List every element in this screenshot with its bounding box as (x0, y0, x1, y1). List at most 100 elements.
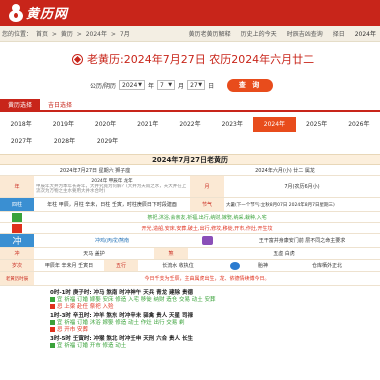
year-row: 2018年 2019年 2020年 2021年 2022年 2023年 2024… (0, 116, 380, 133)
label-wuxing: 五行 (104, 260, 138, 271)
hour-item: 3时-5时 壬寅时: 冲猴 煞北 时冲壬申 天刑 六合 贵人 长生 宜 祈福 订… (50, 336, 380, 350)
year-select[interactable]: 2024 ▼ (119, 80, 146, 90)
yi-list-top: 祭祀,沐浴,会亲友,祈福,出行,纳财,嫁娶,纳采,栽种,入宅 (34, 212, 380, 222)
almanac-row-suici: 岁次 甲辰年 辛未月 壬寅日 五行 长流水 收执位 胎神 仓库栖外正北 (0, 260, 380, 272)
almanac-table: 2024年7月27日老黄历 2024年7月27日 星期六 狮子座 2024年六月… (0, 154, 380, 350)
almanac-row-shensha: 冲 天马 盖护 煞 五虚 白虎 (0, 248, 380, 260)
year-suffix: 年 (148, 82, 155, 90)
breadcrumb-sep: > (76, 31, 82, 38)
search-button[interactable]: 查 询 (227, 78, 274, 92)
year-link[interactable]: 2018年 (0, 117, 42, 132)
suici-value: 甲辰年 辛未月 壬寅日 (44, 263, 94, 269)
year-detail: 2024年 甲辰年 龙年 甲辰年大井为本年长寿年，大井究竟为何解？(大井为天雨之… (34, 176, 190, 197)
chevron-down-icon: ▼ (168, 82, 173, 88)
hour-yi-text: 宜 祈福 订婚 沐浴 嫁娶 修造 动土 作灶 出行 交易 剃 (57, 320, 185, 326)
breadcrumb-home[interactable]: 首页 (36, 31, 48, 38)
day-value: 27 (190, 81, 198, 89)
gourd-icon (8, 3, 24, 22)
label-chong: 冲 (0, 248, 34, 259)
four-pillars: 年柱 甲辰，月柱 辛未，日柱 壬寅，时柱庚辰日下时段建酉 (47, 202, 177, 208)
nav-link-history[interactable]: 历史上的今天 (241, 29, 277, 38)
chevron-down-icon: ▼ (138, 82, 143, 88)
month-value: 7 (160, 81, 164, 89)
year-grid: 2018年 2019年 2020年 2021年 2022年 2023年 2024… (0, 112, 380, 154)
yi-text: 祭祀,沐浴,会亲友,祈福,出行,纳财,嫁娶,纳采,栽种,入宅 (147, 214, 267, 221)
logo-text: 黄历网 (26, 7, 69, 22)
shen-badge (190, 234, 224, 247)
tab-bar: 黄历选择 吉日选择 (0, 99, 380, 112)
almanac-row-ji: 开光,造船,安床,安葬,破土,出行,修坟,移徙,开市,作灶,开生坟 (0, 223, 380, 234)
taishen-value: 仓库栖外正北 (311, 263, 342, 269)
breadcrumb-month[interactable]: 7月 (120, 31, 130, 38)
breadcrumb-almanac[interactable]: 黄历 (61, 31, 73, 38)
almanac-row-yi-icons: 祭祀,沐浴,会亲友,祈福,出行,纳财,嫁娶,纳采,栽种,入宅 (0, 212, 380, 223)
hour-yi-text: 宜 祈福 订婚 开市 修造 动土 (57, 343, 127, 349)
gregorian-date: 2024年7月27日 星期六 狮子座 (59, 167, 131, 174)
year-link[interactable]: 2022年 (169, 117, 211, 132)
label-month: 月 (190, 176, 224, 197)
hours-intro: 今日千支为壬辰，主由属虎出生，龙、依德情续傅今日。 (144, 276, 270, 282)
nav-link-year[interactable]: 2024年 (355, 29, 376, 38)
nav-links: 黄历老黄历解释 历史上的今天 时辰吉凶查询 择日 2024年 (189, 29, 380, 38)
hour-head: 0时-1时 庚子时: 冲马 煞南 时冲神午 天兵 青龙 建除 贵德 (50, 290, 193, 296)
breadcrumb-sep: > (110, 31, 116, 38)
breadcrumb: 您的位置： 首页 > 黄历 > 2024年 > 7月 (2, 29, 132, 38)
site-logo[interactable]: 黄历网 (8, 3, 68, 22)
shensha-good: 天马 盖护 (83, 251, 105, 257)
label-solar-term: 节气 (190, 198, 224, 211)
tab-auspicious[interactable]: 吉日选择 (40, 99, 80, 110)
chong-badge: 冲 (0, 234, 34, 247)
month-select[interactable]: 7 ▼ (157, 80, 176, 90)
calendar-type-label: 公历/阴历 (90, 82, 117, 90)
year-link[interactable]: 2028年 (43, 134, 86, 149)
shensha-bad: 五虚 白虎 (273, 251, 295, 257)
nav-link-explain[interactable]: 黄历老黄历解释 (189, 29, 231, 38)
day-select[interactable]: 27 ▼ (187, 80, 206, 90)
day-suffix: 日 (208, 82, 215, 90)
nav-link-hours[interactable]: 时辰吉凶查询 (287, 29, 323, 38)
almanac-row-hours-intro: 老黄历时辰 今日千支为壬辰，主由属虎出生，龙、依德情续傅今日。 (0, 272, 380, 286)
year-link[interactable]: 2019年 (42, 117, 84, 132)
solar-term: 大暑(下一个节气:立秋8月07日 2024年8月7日星期三) (226, 202, 335, 208)
label-taishen: 胎神 (257, 263, 268, 269)
hour-ji: 忌 上梁 赴任 祭祀 入殓 (50, 304, 380, 311)
almanac-row-chong: 冲 冲鸡(丙戌)煞南 王干富并身康安门前 层不同之命主要求 (0, 234, 380, 248)
hour-ji-text: 忌 上梁 赴任 祭祀 入殓 (57, 304, 114, 310)
year-link[interactable]: 2021年 (127, 117, 169, 132)
year-link[interactable]: 2025年 (296, 117, 338, 132)
nav-bar: 您的位置： 首页 > 黄历 > 2024年 > 7月 黄历老黄历解释 历史上的今… (0, 26, 380, 42)
breadcrumb-year[interactable]: 2024年 (86, 31, 107, 38)
chevron-down-icon: ▼ (198, 82, 203, 88)
hour-head: 3时-5时 壬寅时: 冲猴 煞北 时冲壬申 天刑 六合 贵人 长生 (50, 336, 193, 342)
year-link-active[interactable]: 2024年 (253, 117, 296, 132)
nav-link-zeri[interactable]: 择日 (333, 29, 345, 38)
year-row: 2027年 2028年 2029年 (0, 133, 380, 150)
hour-ji: 忌 开市 安葬 (50, 327, 380, 334)
tab-almanac[interactable]: 黄历选择 (0, 99, 41, 110)
date-picker: 公历/阴历 2024 ▼ 年 7 ▼ 月 27 ▼ 日 查 询 (0, 76, 380, 94)
lunar-date: 2024年六月(小) 廿二 属龙 (255, 167, 315, 174)
year-link[interactable]: 2023年 (211, 117, 253, 132)
page-title: 老黄历:2024年7月27日 农历2024年六月廿二 (87, 53, 315, 66)
chong-text: 冲鸡(丙戌)煞南 (95, 238, 129, 244)
ji-list: 开光,造船,安床,安葬,破土,出行,修坟,移徙,开市,作灶,开生坟 (34, 223, 380, 233)
site-header: 黄历网 (0, 0, 380, 26)
taishen-icon (218, 260, 252, 271)
almanac-row-pillars: 四柱 年柱 甲辰，月柱 辛未，日柱 壬寅，时柱庚辰日下时段建酉 节气 大暑(下一… (0, 198, 380, 212)
page-title-row: 老黄历:2024年7月27日 农历2024年六月廿二 (0, 42, 380, 76)
hour-yi: 宜 祈福 订婚 开市 修造 动土 (50, 343, 380, 350)
almanac-icon (72, 53, 83, 65)
month-detail: 7月(农历6月小) (284, 184, 320, 190)
almanac-title: 2024年7月27日老黄历 (0, 154, 380, 165)
year-link[interactable]: 2020年 (84, 117, 126, 132)
hour-yi: 宜 祈福 订婚 沐浴 嫁娶 修造 动土 作灶 出行 交易 剃 (50, 320, 380, 327)
year-link[interactable]: 2027年 (0, 134, 43, 149)
label-hours: 老黄历时辰 (0, 272, 34, 285)
year-link[interactable]: 2026年 (338, 117, 380, 132)
hour-ji-text: 忌 开市 安葬 (57, 327, 88, 333)
hour-item: 0时-1时 庚子时: 冲马 煞南 时冲神午 天兵 青龙 建除 贵德 宜 祈福 订… (50, 290, 380, 311)
yi-badge (0, 212, 34, 222)
month-suffix: 月 (178, 82, 185, 90)
year-link[interactable]: 2029年 (86, 134, 129, 149)
almanac-row-date: 2024年7月27日 星期六 狮子座 2024年六月(小) 廿二 属龙 (0, 165, 380, 176)
